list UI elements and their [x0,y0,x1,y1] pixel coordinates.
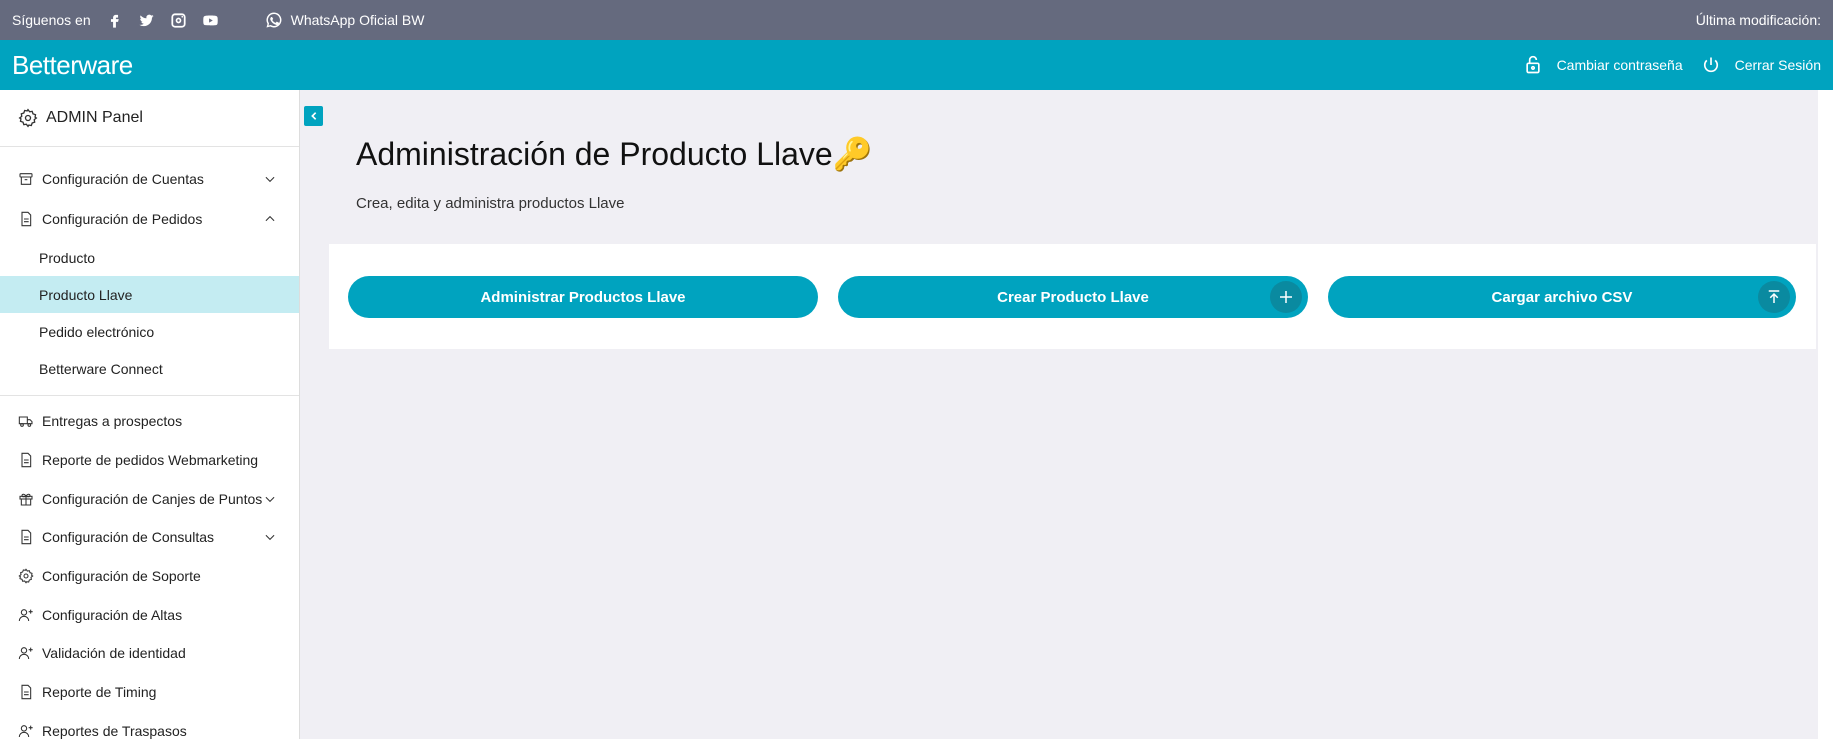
sidebar-item-timing[interactable]: Reporte de Timing [0,673,299,712]
social-top-bar: Síguenos en WhatsApp Oficial BW Última m… [0,0,1833,40]
sidebar-subitem-betterware-connect[interactable]: Betterware Connect [0,350,299,387]
manage-products-button[interactable]: Administrar Productos Llave [348,276,818,318]
sidebar-item-canjes[interactable]: Configuración de Canjes de Puntos [0,479,299,518]
app-header: Betterware Cambiar contraseña Cerrar Ses… [0,40,1833,90]
gift-icon [18,491,34,507]
upload-icon [1758,281,1790,313]
sidebar: ADMIN Panel Configuración de Cuentas Con… [0,90,300,739]
document-icon [18,452,34,468]
sidebar-subitem-pedido-electronico[interactable]: Pedido electrónico [0,313,299,350]
youtube-icon[interactable] [202,11,220,29]
document-icon [18,529,34,545]
sidebar-item-pedidos[interactable]: Configuración de Pedidos [0,199,299,239]
sidebar-subitem-producto-llave[interactable]: Producto Llave [0,276,299,313]
main-content: Administración de Producto Llave🔑 Crea, … [300,90,1833,739]
manage-products-label: Administrar Productos Llave [480,288,686,306]
betterware-logo[interactable]: Betterware [12,50,133,81]
chevron-down-icon[interactable] [263,172,277,186]
plus-icon [1270,281,1302,313]
sidebar-item-consultas[interactable]: Configuración de Consultas [0,518,299,557]
instagram-icon[interactable] [170,11,188,29]
sidebar-group-bottom: Entregas a prospectos Reporte de pedidos… [0,396,299,739]
sidebar-item-label: Reporte de Timing [42,684,157,701]
sidebar-item-label: Reportes de Traspasos [42,722,187,739]
sidebar-item-label: Configuración de Cuentas [42,171,204,187]
sidebar-item-cuentas[interactable]: Configuración de Cuentas [0,159,299,199]
logout-label: Cerrar Sesión [1734,57,1821,73]
page-title: Administración de Producto Llave🔑 [356,136,873,172]
actions-card: Administrar Productos Llave Crear Produc… [329,244,1816,349]
admin-panel-title: ADMIN Panel [0,90,299,147]
sidebar-item-label: Configuración de Soporte [42,568,201,585]
sidebar-item-webmarketing[interactable]: Reporte de pedidos Webmarketing [0,441,299,480]
sidebar-collapse-button[interactable] [304,106,323,126]
gear-icon [18,108,38,128]
sidebar-item-label: Configuración de Canjes de Puntos [42,490,263,507]
chevron-down-icon[interactable] [263,530,277,544]
document-icon [18,684,34,700]
page-subtitle: Crea, edita y administra productos Llave [356,195,625,212]
logout-button[interactable]: Cerrar Sesión [1701,55,1821,75]
change-password-label: Cambiar contraseña [1556,57,1683,73]
sidebar-group-top: Configuración de Cuentas Configuración d… [0,147,299,396]
facebook-icon[interactable] [106,11,124,29]
change-password-button[interactable]: Cambiar contraseña [1523,55,1683,75]
admin-panel-label: ADMIN Panel [46,109,143,126]
user-plus-icon [18,645,34,661]
sidebar-item-label: Configuración de Pedidos [42,211,203,227]
twitter-icon[interactable] [138,11,156,29]
sidebar-item-label: Entregas a prospectos [42,413,183,430]
sidebar-item-label: Configuración de Altas [42,606,183,623]
sidebar-item-traspasos[interactable]: Reportes de Traspasos [0,712,299,739]
right-edge-strip [1818,90,1833,739]
truck-icon [18,413,34,429]
user-plus-icon [18,723,34,739]
chevron-up-icon[interactable] [263,212,277,226]
follow-label: Síguenos en [12,12,91,28]
sidebar-item-label: Validación de identidad [42,645,186,662]
document-icon [18,211,34,227]
sidebar-item-label: Reporte de pedidos Webmarketing [42,452,259,469]
sidebar-item-label: Configuración de Consultas [42,529,214,546]
sidebar-item-altas[interactable]: Configuración de Altas [0,595,299,634]
whatsapp-label: WhatsApp Oficial BW [290,12,425,28]
chevron-left-icon [310,112,316,120]
create-product-button[interactable]: Crear Producto Llave [838,276,1308,318]
user-plus-icon [18,607,34,623]
lock-icon [1525,55,1540,74]
sidebar-item-soporte[interactable]: Configuración de Soporte [0,557,299,596]
upload-csv-button[interactable]: Cargar archivo CSV [1328,276,1796,318]
gear-icon [18,568,34,584]
whatsapp-icon [266,12,282,28]
last-modified-label: Última modificación: [1695,12,1821,28]
sidebar-item-entregas[interactable]: Entregas a prospectos [0,402,299,441]
power-icon [1703,57,1718,73]
archive-icon [18,171,34,187]
create-product-label: Crear Producto Llave [997,288,1149,306]
whatsapp-link[interactable]: WhatsApp Oficial BW [265,11,425,29]
chevron-down-icon[interactable] [263,492,277,506]
sidebar-item-validacion[interactable]: Validación de identidad [0,634,299,673]
sidebar-subitem-producto[interactable]: Producto [0,239,299,276]
upload-csv-label: Cargar archivo CSV [1491,288,1633,306]
